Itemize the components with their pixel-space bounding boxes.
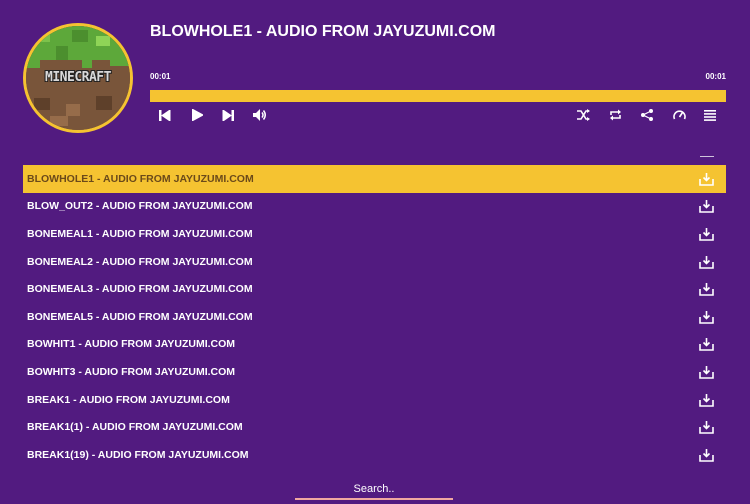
- playlist-item[interactable]: BREAK1(19) - AUDIO FROM JAYUZUMI.COM: [23, 441, 726, 469]
- current-time: 00:01: [150, 72, 171, 81]
- album-cover: MINECRAFT: [23, 23, 133, 133]
- download-icon[interactable]: [698, 336, 714, 352]
- download-icon[interactable]: [698, 198, 714, 214]
- playlist-item-label: BONEMEAL3 - AUDIO FROM JAYUZUMI.COM: [27, 283, 253, 296]
- playlist-item[interactable]: BLOWHOLE1 - AUDIO FROM JAYUZUMI.COM: [23, 165, 726, 193]
- download-icon[interactable]: [698, 364, 714, 380]
- search-input[interactable]: [295, 480, 453, 500]
- download-icon[interactable]: [698, 226, 714, 242]
- download-icon[interactable]: [698, 254, 714, 270]
- playlist-item[interactable]: BONEMEAL5 - AUDIO FROM JAYUZUMI.COM: [23, 303, 726, 331]
- share-icon[interactable]: [638, 107, 656, 123]
- playlist-item-label: BREAK1 - AUDIO FROM JAYUZUMI.COM: [27, 393, 230, 406]
- playlist-item-label: BREAK1(1) - AUDIO FROM JAYUZUMI.COM: [27, 421, 243, 434]
- shuffle-icon[interactable]: [574, 107, 592, 123]
- download-icon[interactable]: [698, 419, 714, 435]
- playlist-item[interactable]: BREAK1 - AUDIO FROM JAYUZUMI.COM: [23, 386, 726, 414]
- playlist-item-label: BONEMEAL2 - AUDIO FROM JAYUZUMI.COM: [27, 255, 253, 268]
- download-icon[interactable]: [698, 392, 714, 408]
- skip-previous-icon[interactable]: [156, 107, 174, 123]
- speed-icon[interactable]: [670, 107, 688, 123]
- playlist-item-label: BLOW_OUT2 - AUDIO FROM JAYUZUMI.COM: [27, 200, 253, 213]
- playlist-item[interactable]: BREAK1(1) - AUDIO FROM JAYUZUMI.COM: [23, 413, 726, 441]
- playlist-item-label: BONEMEAL5 - AUDIO FROM JAYUZUMI.COM: [27, 310, 253, 323]
- playlist-item[interactable]: BONEMEAL1 - AUDIO FROM JAYUZUMI.COM: [23, 220, 726, 248]
- progress-fill: [150, 90, 726, 102]
- download-icon[interactable]: [698, 281, 714, 297]
- download-icon[interactable]: [698, 171, 714, 187]
- playlist-item-label: BLOWHOLE1 - AUDIO FROM JAYUZUMI.COM: [27, 172, 254, 185]
- playlist-item[interactable]: BONEMEAL2 - AUDIO FROM JAYUZUMI.COM: [23, 248, 726, 276]
- playlist-item-label: BOWHIT3 - AUDIO FROM JAYUZUMI.COM: [27, 365, 236, 378]
- download-icon[interactable]: [698, 447, 714, 463]
- playlist-item-label: BOWHIT1 - AUDIO FROM JAYUZUMI.COM: [27, 338, 236, 351]
- play-icon[interactable]: [188, 107, 206, 123]
- progress-bar[interactable]: [150, 90, 726, 102]
- playlist-item[interactable]: BONEMEAL3 - AUDIO FROM JAYUZUMI.COM: [23, 275, 726, 303]
- playlist: BLOWHOLE1 - AUDIO FROM JAYUZUMI.COM BLOW_…: [23, 165, 726, 469]
- playlist-divider: [700, 156, 714, 157]
- playlist-item-label: BONEMEAL1 - AUDIO FROM JAYUZUMI.COM: [27, 227, 253, 240]
- playlist-item-label: BREAK1(19) - AUDIO FROM JAYUZUMI.COM: [27, 448, 249, 461]
- playlist-item[interactable]: BOWHIT1 - AUDIO FROM JAYUZUMI.COM: [23, 331, 726, 359]
- download-icon[interactable]: [698, 309, 714, 325]
- track-title: BLOWHOLE1 - AUDIO FROM JAYUZUMI.COM: [150, 23, 496, 40]
- skip-next-icon[interactable]: [219, 107, 237, 123]
- volume-icon[interactable]: [251, 107, 269, 123]
- playlist-item[interactable]: BOWHIT3 - AUDIO FROM JAYUZUMI.COM: [23, 358, 726, 386]
- minecraft-grass-block-icon: MINECRAFT: [26, 26, 130, 130]
- playlist-item[interactable]: BLOW_OUT2 - AUDIO FROM JAYUZUMI.COM: [23, 193, 726, 221]
- repeat-icon[interactable]: [606, 107, 624, 123]
- duration-time: 00:01: [705, 72, 726, 81]
- cover-logo-text: MINECRAFT: [45, 70, 111, 85]
- playlist-icon[interactable]: [701, 107, 719, 123]
